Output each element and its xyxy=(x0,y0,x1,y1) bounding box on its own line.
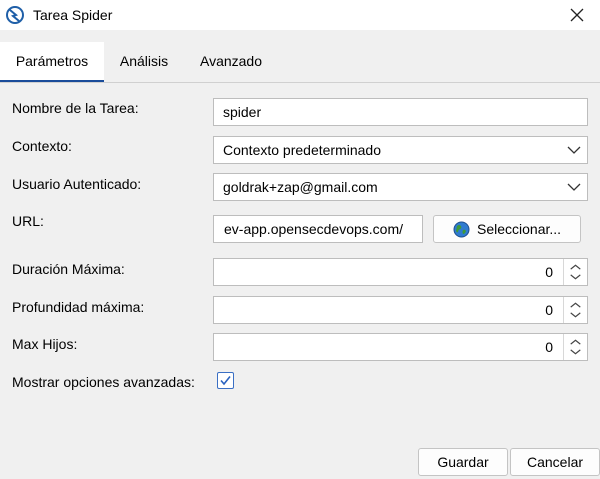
tab-label: Parámetros xyxy=(15,53,89,69)
advanced-options-checkbox[interactable] xyxy=(217,372,234,389)
max-children-spinner[interactable]: 0 xyxy=(213,333,588,361)
user-select[interactable]: goldrak+zap@gmail.com xyxy=(213,173,588,201)
title-bar: Tarea Spider xyxy=(0,0,600,30)
url-input[interactable]: ev-app.opensecdevops.com/ xyxy=(213,215,423,243)
max-children-label: Max Hijos: xyxy=(12,336,78,352)
task-name-input[interactable]: spider xyxy=(213,98,588,126)
cancel-button[interactable]: Cancelar xyxy=(510,448,600,476)
user-label: Usuario Autenticado: xyxy=(12,176,142,192)
spinner-arrows-icon[interactable] xyxy=(563,259,587,285)
max-duration-value: 0 xyxy=(545,264,553,280)
chevron-down-icon xyxy=(567,146,581,154)
context-label: Contexto: xyxy=(12,138,72,154)
zap-icon xyxy=(6,6,24,24)
max-duration-spinner[interactable]: 0 xyxy=(213,258,588,286)
globe-icon xyxy=(453,221,470,238)
max-depth-value: 0 xyxy=(545,302,553,318)
tab-label: Avanzado xyxy=(199,53,262,69)
close-icon xyxy=(570,8,584,22)
tab-analisis[interactable]: Análisis xyxy=(104,42,184,82)
url-label: URL: xyxy=(12,213,44,229)
spinner-arrows-icon[interactable] xyxy=(563,297,587,323)
max-depth-label: Profundidad máxima: xyxy=(12,299,145,315)
advanced-options-label: Mostrar opciones avanzadas: xyxy=(12,374,195,390)
tab-avanzado[interactable]: Avanzado xyxy=(186,42,276,82)
select-url-label: Seleccionar... xyxy=(477,221,562,237)
select-url-button[interactable]: Seleccionar... xyxy=(433,215,581,243)
task-name-label: Nombre de la Tarea: xyxy=(12,100,139,116)
context-select[interactable]: Contexto predeterminado xyxy=(213,136,588,164)
window-title: Tarea Spider xyxy=(33,7,113,23)
user-value: goldrak+zap@gmail.com xyxy=(223,179,378,195)
context-value: Contexto predeterminado xyxy=(223,142,381,158)
max-children-value: 0 xyxy=(545,339,553,355)
close-button[interactable] xyxy=(554,0,600,30)
max-depth-spinner[interactable]: 0 xyxy=(213,296,588,324)
checkmark-icon xyxy=(220,376,231,386)
tab-label: Análisis xyxy=(119,53,169,69)
tab-bar: Parámetros Análisis Avanzado xyxy=(0,42,600,83)
max-duration-label: Duración Máxima: xyxy=(12,261,125,277)
tab-parametros[interactable]: Parámetros xyxy=(0,42,104,82)
save-button[interactable]: Guardar xyxy=(418,448,508,476)
spinner-arrows-icon[interactable] xyxy=(563,334,587,360)
chevron-down-icon xyxy=(567,183,581,191)
